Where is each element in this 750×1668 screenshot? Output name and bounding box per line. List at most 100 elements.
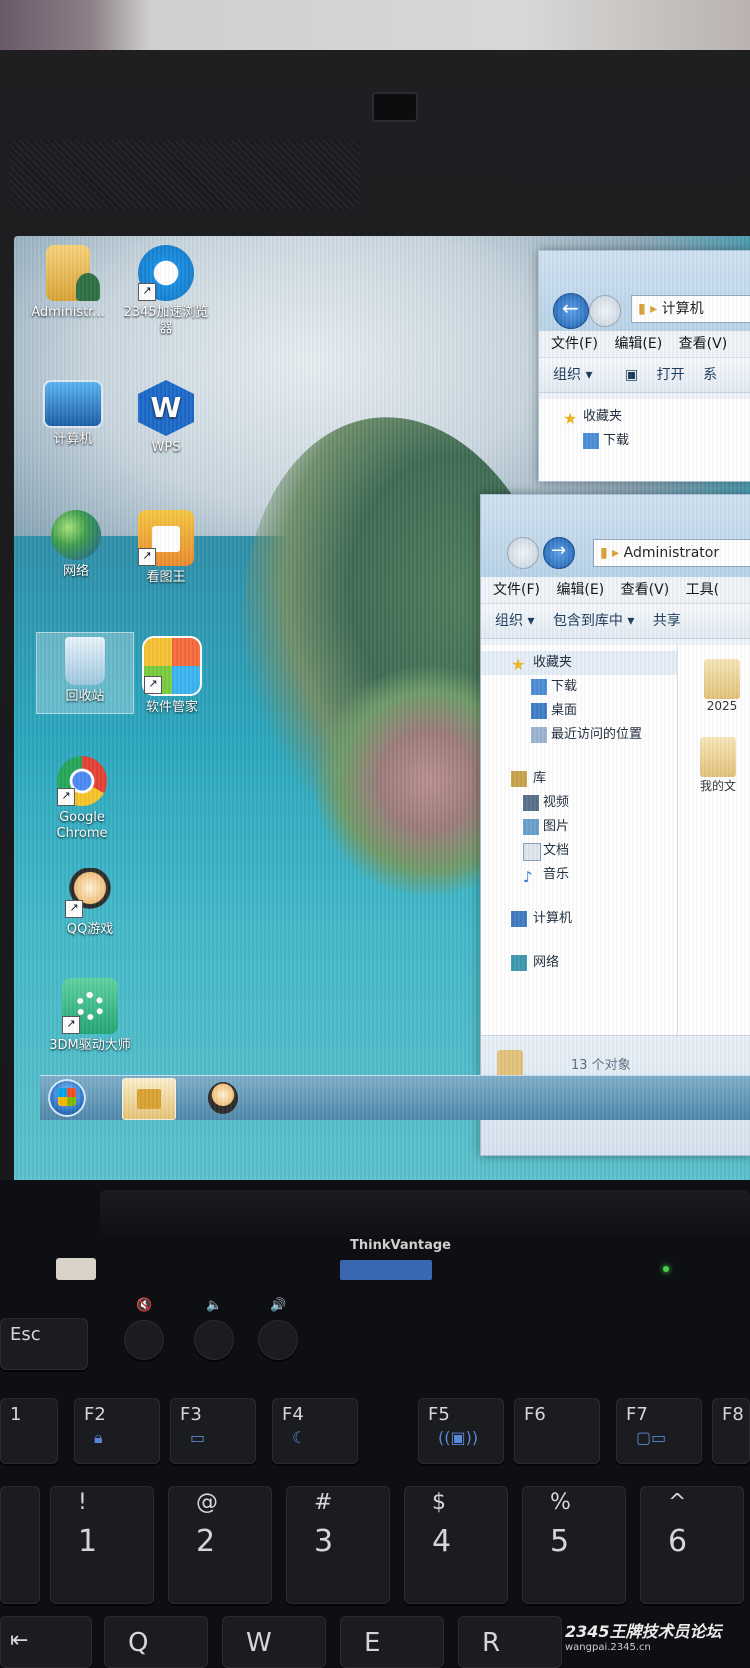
menu-view[interactable]: 查看(V)	[621, 582, 670, 598]
desktop-icon-3dm-driver[interactable]: ↗ 3DM驱动大师	[42, 978, 138, 1054]
share-button[interactable]: 共享	[653, 613, 681, 629]
watermark-url: wangpai.2345.cn	[565, 1642, 651, 1653]
key-label: 3	[314, 1524, 334, 1559]
thinkvantage-button[interactable]	[340, 1260, 432, 1280]
download-folder-icon	[531, 679, 547, 695]
desktop-icon-recycle-bin[interactable]: 回收站	[36, 632, 134, 714]
menu-edit[interactable]: 编辑(E)	[614, 336, 662, 352]
desktop-icon-label: QQ游戏	[66, 922, 114, 937]
system-button[interactable]: 系	[703, 367, 717, 383]
key-label: 2	[196, 1524, 216, 1559]
tab-key[interactable]: ⇤	[0, 1616, 92, 1668]
nav-downloads[interactable]: 下载	[539, 429, 750, 453]
f8-key[interactable]: F8	[712, 1398, 750, 1464]
nav-videos[interactable]: 视频	[481, 791, 677, 815]
nav-computer[interactable]: 计算机	[481, 907, 677, 931]
key-w[interactable]: W	[222, 1616, 326, 1668]
desktop-icon-image-viewer[interactable]: ↗ 看图王	[118, 510, 214, 586]
key-6[interactable]: ^ 6	[640, 1486, 744, 1604]
explorer-window-administrator[interactable]: → ▮ ▸ Administrator 文件(F) 编辑(E) 查看(V) 工具…	[480, 494, 750, 1156]
organize-button[interactable]: 组织 ▾	[553, 367, 592, 383]
volume-mute-key[interactable]: 🔇	[124, 1298, 164, 1360]
power-indicator	[56, 1258, 96, 1280]
key-2[interactable]: @2	[168, 1486, 272, 1604]
menu-edit[interactable]: 编辑(E)	[556, 582, 604, 598]
arrow-right-icon: →	[551, 540, 567, 561]
desktop-icon-wps[interactable]: W WPS	[118, 380, 214, 456]
nav-favorites[interactable]: ★ 收藏夹	[481, 651, 677, 675]
nav-music[interactable]: ♪ 音乐	[481, 863, 677, 887]
address-bar[interactable]: ▮ ▸ 计算机	[631, 295, 750, 323]
key-label: Esc	[10, 1324, 41, 1345]
hinge	[100, 1190, 750, 1236]
nav-favorites[interactable]: ★ 收藏夹	[539, 405, 750, 429]
key-4[interactable]: $4	[404, 1486, 508, 1604]
desktop-icon-google-chrome[interactable]: ↗ Google Chrome	[34, 756, 130, 842]
tilde-key[interactable]	[0, 1486, 40, 1604]
speaker-high-icon: 🔊	[270, 1298, 287, 1313]
desktop-icon-software-manager[interactable]: ↗ 软件管家	[124, 636, 220, 716]
file-item[interactable]: 2025	[692, 659, 750, 713]
nav-desktop[interactable]: 桌面	[481, 699, 677, 723]
nav-documents[interactable]: 文档	[481, 839, 677, 863]
menu-tools[interactable]: 工具(	[686, 582, 719, 598]
forward-button[interactable]	[589, 295, 621, 327]
f2-key[interactable]: F2 🔒︎	[74, 1398, 160, 1464]
menu-view[interactable]: 查看(V)	[679, 336, 728, 352]
taskbar-qq-games-button[interactable]	[196, 1078, 248, 1118]
network-icon	[511, 955, 527, 971]
volume-up-key[interactable]: 🔊	[258, 1298, 298, 1360]
file-item[interactable]: 我的文	[684, 737, 750, 794]
shortcut-arrow-icon: ↗	[138, 548, 156, 566]
nav-libraries[interactable]: 库	[481, 767, 677, 791]
forward-button[interactable]: →	[543, 537, 575, 569]
desktop-icon-qq-games[interactable]: ↗ QQ游戏	[42, 868, 138, 938]
key-shift-label: !	[78, 1490, 87, 1515]
open-button[interactable]: ▣ 打开	[611, 367, 685, 383]
f7-key[interactable]: F7 ▢▭	[616, 1398, 702, 1464]
network-globe-icon	[51, 510, 101, 560]
f4-key[interactable]: F4 ☾	[272, 1398, 358, 1464]
esc-key[interactable]: Esc	[0, 1318, 88, 1370]
explorer-window-computer[interactable]: ← ▮ ▸ 计算机 文件(F) 编辑(E) 查看(V) 组织 ▾ ▣ 打开 系 …	[538, 250, 750, 482]
window-title-bar: ← ▮ ▸ 计算机	[539, 251, 750, 331]
nav-recent-places[interactable]: 最近访问的位置	[481, 723, 677, 747]
key-r[interactable]: R	[458, 1616, 562, 1668]
menu-file[interactable]: 文件(F)	[551, 336, 598, 352]
include-in-library-button[interactable]: 包含到库中 ▾	[553, 613, 634, 629]
key-q[interactable]: Q	[104, 1616, 208, 1668]
desktop-icon-computer[interactable]: 计算机	[25, 380, 121, 448]
desktop-icon-network[interactable]: 网络	[28, 510, 124, 580]
f5-key[interactable]: F5 ((▣))	[418, 1398, 504, 1464]
f1-key[interactable]: 1	[0, 1398, 58, 1464]
battery-icon: ▭	[190, 1428, 206, 1447]
user-folder-icon	[46, 245, 100, 301]
back-button[interactable]: ←	[553, 293, 589, 329]
desktop-icon-administrator[interactable]: Administr...	[20, 245, 116, 321]
organize-button[interactable]: 组织 ▾	[495, 613, 534, 629]
taskbar-explorer-button[interactable]	[122, 1078, 176, 1120]
key-e[interactable]: E	[340, 1616, 444, 1668]
nav-label: 收藏夹	[583, 409, 623, 424]
desktop-icon-2345-browser[interactable]: ↗ 2345加速浏览器	[118, 245, 214, 337]
nav-pictures[interactable]: 图片	[481, 815, 677, 839]
key-5[interactable]: % 5	[522, 1486, 626, 1604]
nav-label: 桌面	[551, 703, 578, 718]
key-shift-label: @	[196, 1490, 218, 1515]
key-1[interactable]: ! 1	[50, 1486, 154, 1604]
address-bar[interactable]: ▮ ▸ Administrator	[593, 539, 750, 567]
key-label: E	[364, 1628, 381, 1658]
f6-key[interactable]: F6	[514, 1398, 600, 1464]
volume-down-key[interactable]: 🔈	[194, 1298, 234, 1360]
nav-network[interactable]: 网络	[481, 951, 677, 975]
nav-downloads[interactable]: 下载	[481, 675, 677, 699]
menu-file[interactable]: 文件(F)	[493, 582, 540, 598]
back-button[interactable]	[507, 537, 539, 569]
navigation-pane: ★ 收藏夹 下载	[539, 399, 750, 481]
f3-key[interactable]: F3 ▭	[170, 1398, 256, 1464]
start-button[interactable]	[48, 1079, 86, 1117]
key-shift-label: $	[432, 1490, 446, 1515]
key-label: 5	[550, 1524, 570, 1559]
key-3[interactable]: #3	[286, 1486, 390, 1604]
key-label: F8	[722, 1404, 744, 1425]
